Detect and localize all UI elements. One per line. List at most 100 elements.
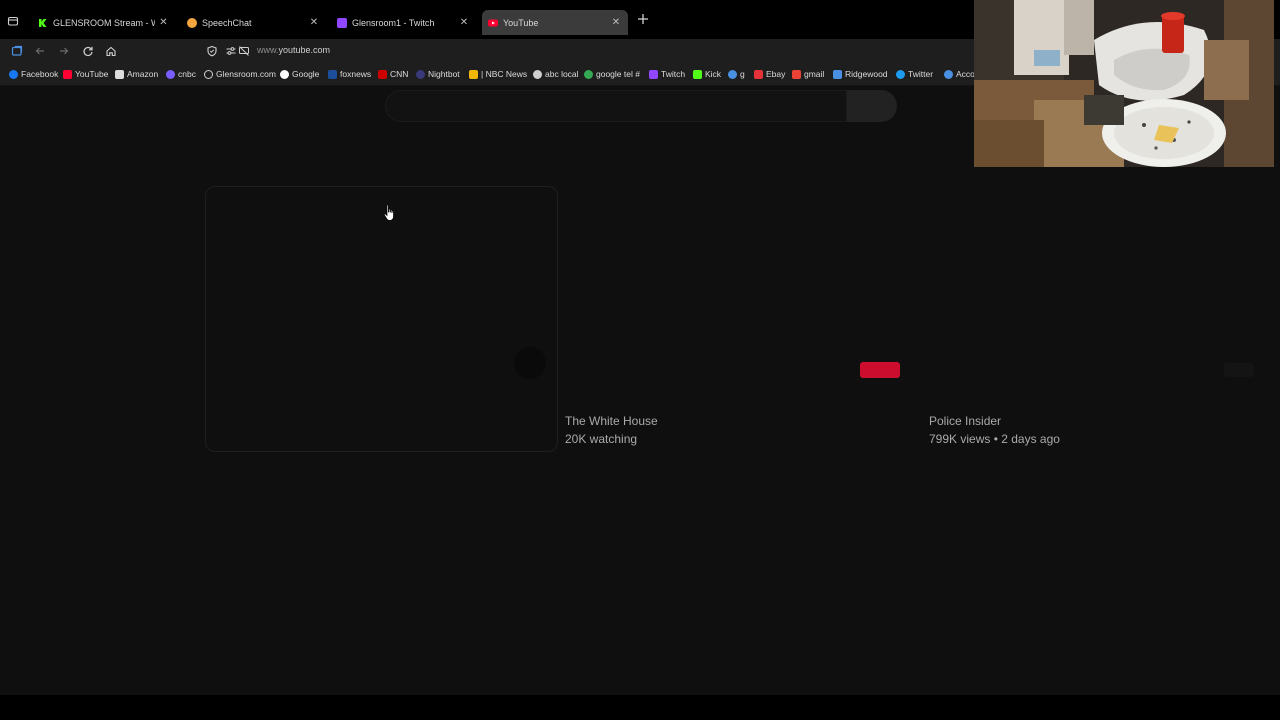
page-content: The White House 20K watching Police Insi… <box>0 86 1280 695</box>
tab-title: Glensroom1 - Twitch <box>352 17 435 28</box>
bookmark-label: Glensroom.com <box>216 69 276 79</box>
account-icon <box>944 69 953 79</box>
collections-icon[interactable] <box>10 44 24 58</box>
webcam-feed-image <box>974 0 1274 167</box>
bookmark-glensroom[interactable]: Glensroom.com <box>204 67 276 81</box>
url-prefix: www. <box>257 45 279 55</box>
kick-icon <box>38 17 48 28</box>
back-icon[interactable] <box>33 44 47 58</box>
bookmark-label: Twitch <box>661 69 686 79</box>
bookmark-label: foxnews <box>340 69 372 79</box>
bookmark-gmail[interactable]: gmail <box>792 67 824 81</box>
plus-icon <box>638 14 648 24</box>
bookmark-twitter[interactable]: Twitter <box>896 67 933 81</box>
bookmark-nbc-news[interactable]: | NBC News <box>469 67 527 81</box>
site-settings-icon[interactable] <box>224 44 238 58</box>
close-tab-icon[interactable]: ✕ <box>308 17 320 29</box>
hand-cursor-icon <box>383 204 397 222</box>
video-channel-name[interactable]: Police Insider <box>929 414 1001 428</box>
bookmark-label: abc local <box>545 69 579 79</box>
bookmark-label: gmail <box>804 69 825 79</box>
home-icon[interactable] <box>104 44 118 58</box>
bookmark-label: Acco <box>956 69 975 79</box>
bookmark-ebay[interactable]: Ebay <box>754 67 785 81</box>
url-domain: youtube.com <box>278 45 331 55</box>
tab-title: GLENSROOM Stream - Watch Li <box>53 17 155 28</box>
abc-icon <box>533 69 542 79</box>
close-tab-icon[interactable]: ✕ <box>159 17 168 29</box>
bookmark-cnn[interactable]: CNN <box>378 67 408 81</box>
webcam-overlay <box>974 0 1274 167</box>
bookmark-g[interactable]: g <box>728 67 745 81</box>
video-duration-chip <box>1224 363 1254 377</box>
tab-title: SpeechChat <box>202 17 252 28</box>
live-badge <box>860 362 900 378</box>
tab-twitch[interactable]: Glensroom1 - Twitch ✕ <box>331 10 476 35</box>
bookmark-label: g <box>740 69 745 79</box>
facebook-icon <box>9 69 18 79</box>
twitter-icon <box>896 69 905 79</box>
video-meta: 799K views • 2 days ago <box>929 432 1060 446</box>
bookmark-label: cnbc <box>178 69 196 79</box>
twitch-icon <box>649 69 658 79</box>
bookmark-label: Kick <box>705 69 722 79</box>
bookmark-account[interactable]: Acco <box>944 67 975 81</box>
bookmark-label: google tel # <box>596 69 640 79</box>
amazon-icon <box>115 69 124 79</box>
close-tab-icon[interactable]: ✕ <box>610 17 622 29</box>
bookmark-twitch[interactable]: Twitch <box>649 67 685 81</box>
bookmark-kick[interactable]: Kick <box>693 67 721 81</box>
phone-icon <box>584 69 593 79</box>
nbc-icon <box>469 69 478 79</box>
address-bar[interactable]: www.youtube.com <box>257 45 330 55</box>
tab-actions-menu-icon[interactable] <box>4 12 22 30</box>
foxnews-icon <box>328 69 337 79</box>
shield-icon[interactable] <box>205 44 219 58</box>
reload-icon[interactable] <box>81 44 95 58</box>
bookmark-facebook[interactable]: Facebook <box>9 67 58 81</box>
g-icon <box>728 69 737 79</box>
bookmark-label: Facebook <box>21 69 59 79</box>
bookmark-amazon[interactable]: Amazon <box>115 67 158 81</box>
tab-title: YouTube <box>503 17 539 28</box>
cnn-icon <box>378 69 387 79</box>
bookmark-label: | NBC News <box>481 69 528 79</box>
twitch-icon <box>337 17 347 28</box>
screen-share-off-icon[interactable] <box>237 44 251 58</box>
bookmark-google-tel[interactable]: google tel # <box>584 67 640 81</box>
bookmark-cnbc[interactable]: cnbc <box>166 67 196 81</box>
nightbot-icon <box>416 69 425 79</box>
close-tab-icon[interactable]: ✕ <box>458 17 470 29</box>
youtube-icon <box>488 18 498 28</box>
speechchat-icon <box>187 17 197 28</box>
bookmark-label: CNN <box>390 69 409 79</box>
gmail-icon <box>792 69 801 79</box>
google-icon <box>280 69 289 79</box>
bookmark-label: YouTube <box>75 69 109 79</box>
kick-icon <box>693 69 702 79</box>
search-input[interactable] <box>385 90 847 122</box>
youtube-icon <box>63 69 72 79</box>
tab-speechchat[interactable]: SpeechChat ✕ <box>181 10 326 35</box>
bookmark-google[interactable]: Google <box>280 67 319 81</box>
forward-icon[interactable] <box>57 44 71 58</box>
tab-youtube[interactable]: YouTube ✕ <box>482 10 628 35</box>
video-action-button[interactable] <box>514 347 546 379</box>
bookmark-label: Amazon <box>127 69 159 79</box>
bookmark-foxnews[interactable]: foxnews <box>328 67 371 81</box>
bookmark-nightbot[interactable]: Nightbot <box>416 67 460 81</box>
bookmark-label: Ebay <box>766 69 786 79</box>
video-meta: 20K watching <box>565 432 638 446</box>
video-card-featured[interactable] <box>205 186 558 452</box>
bookmark-ridgewood[interactable]: Ridgewood <box>833 67 888 81</box>
video-channel-name[interactable]: The White House <box>565 414 658 428</box>
bookmark-youtube[interactable]: YouTube <box>63 67 108 81</box>
bottom-bar <box>0 695 1280 720</box>
new-tab-button[interactable] <box>636 13 650 27</box>
bookmark-abc-local[interactable]: abc local <box>533 67 579 81</box>
bookmark-label: Nightbot <box>428 69 460 79</box>
search-button[interactable] <box>847 90 897 122</box>
cnbc-icon <box>166 69 175 79</box>
tab-glensroom-kick[interactable]: GLENSROOM Stream - Watch Li ✕ <box>32 10 174 35</box>
bookmark-label: Twitter <box>908 69 934 79</box>
